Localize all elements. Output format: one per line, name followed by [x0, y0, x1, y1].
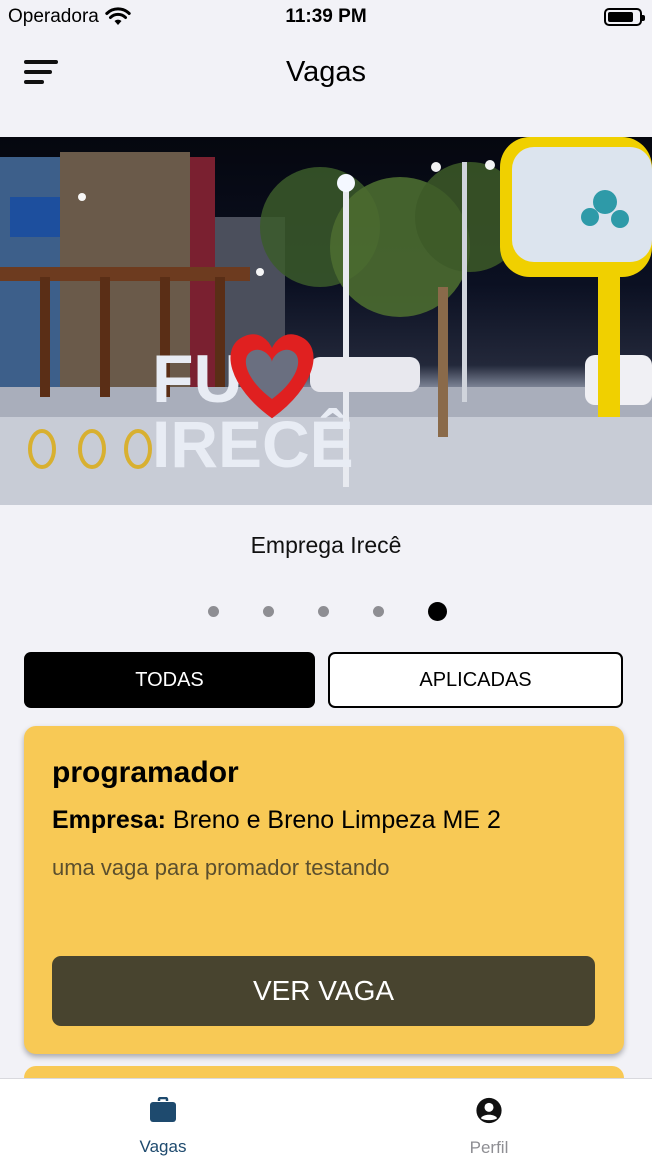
job-title: programador — [52, 756, 239, 789]
wifi-icon — [105, 7, 131, 25]
menu-icon[interactable] — [24, 56, 64, 88]
view-job-button[interactable]: VER VAGA — [52, 956, 595, 1026]
pagination-dot-2[interactable] — [262, 606, 274, 617]
carrier-label: Operadora — [8, 6, 99, 27]
pagination-dot-3[interactable] — [317, 606, 329, 617]
company-name: Breno e Breno Limpeza ME 2 — [172, 806, 501, 834]
pagination-dot-5[interactable] — [427, 602, 447, 621]
job-description: uma vaga para promador testando — [52, 855, 390, 880]
page-title: Vagas — [285, 55, 367, 88]
sign-line2: IRECÊ — [152, 407, 354, 481]
nav-header: Vagas — [0, 34, 652, 110]
tab-label-vagas: Vagas — [139, 1137, 187, 1156]
user-circle-icon — [476, 1097, 502, 1124]
pagination-dot-1[interactable] — [207, 606, 219, 617]
battery-icon — [604, 8, 645, 26]
tab-vagas[interactable]: Vagas — [0, 1079, 326, 1158]
briefcase-icon — [150, 1097, 176, 1122]
bottom-tab-bar: Vagas Perfil — [0, 1078, 652, 1158]
carousel-banner-image[interactable]: FU IRECÊ — [0, 137, 652, 505]
tab-perfil[interactable]: Perfil — [326, 1079, 652, 1158]
job-card: programador Empresa: Breno e Breno Limpe… — [24, 726, 624, 1054]
filter-all-button[interactable]: TODAS — [24, 652, 315, 708]
carousel-caption: Emprega Irecê — [250, 532, 402, 558]
carousel-pagination — [0, 602, 652, 621]
job-company: Empresa: Breno e Breno Limpeza ME 2 — [52, 806, 596, 835]
pagination-dot-4[interactable] — [372, 606, 384, 617]
filter-applied-button[interactable]: APLICADAS — [328, 652, 623, 708]
status-bar: Operadora 11:39 PM — [0, 0, 652, 34]
status-left: Operadora — [8, 6, 131, 28]
sign-line1: FU — [152, 341, 243, 417]
company-label: Empresa: — [52, 806, 166, 834]
tab-label-perfil: Perfil — [469, 1138, 509, 1157]
filter-segmented-control: TODAS APLICADAS — [24, 652, 623, 708]
